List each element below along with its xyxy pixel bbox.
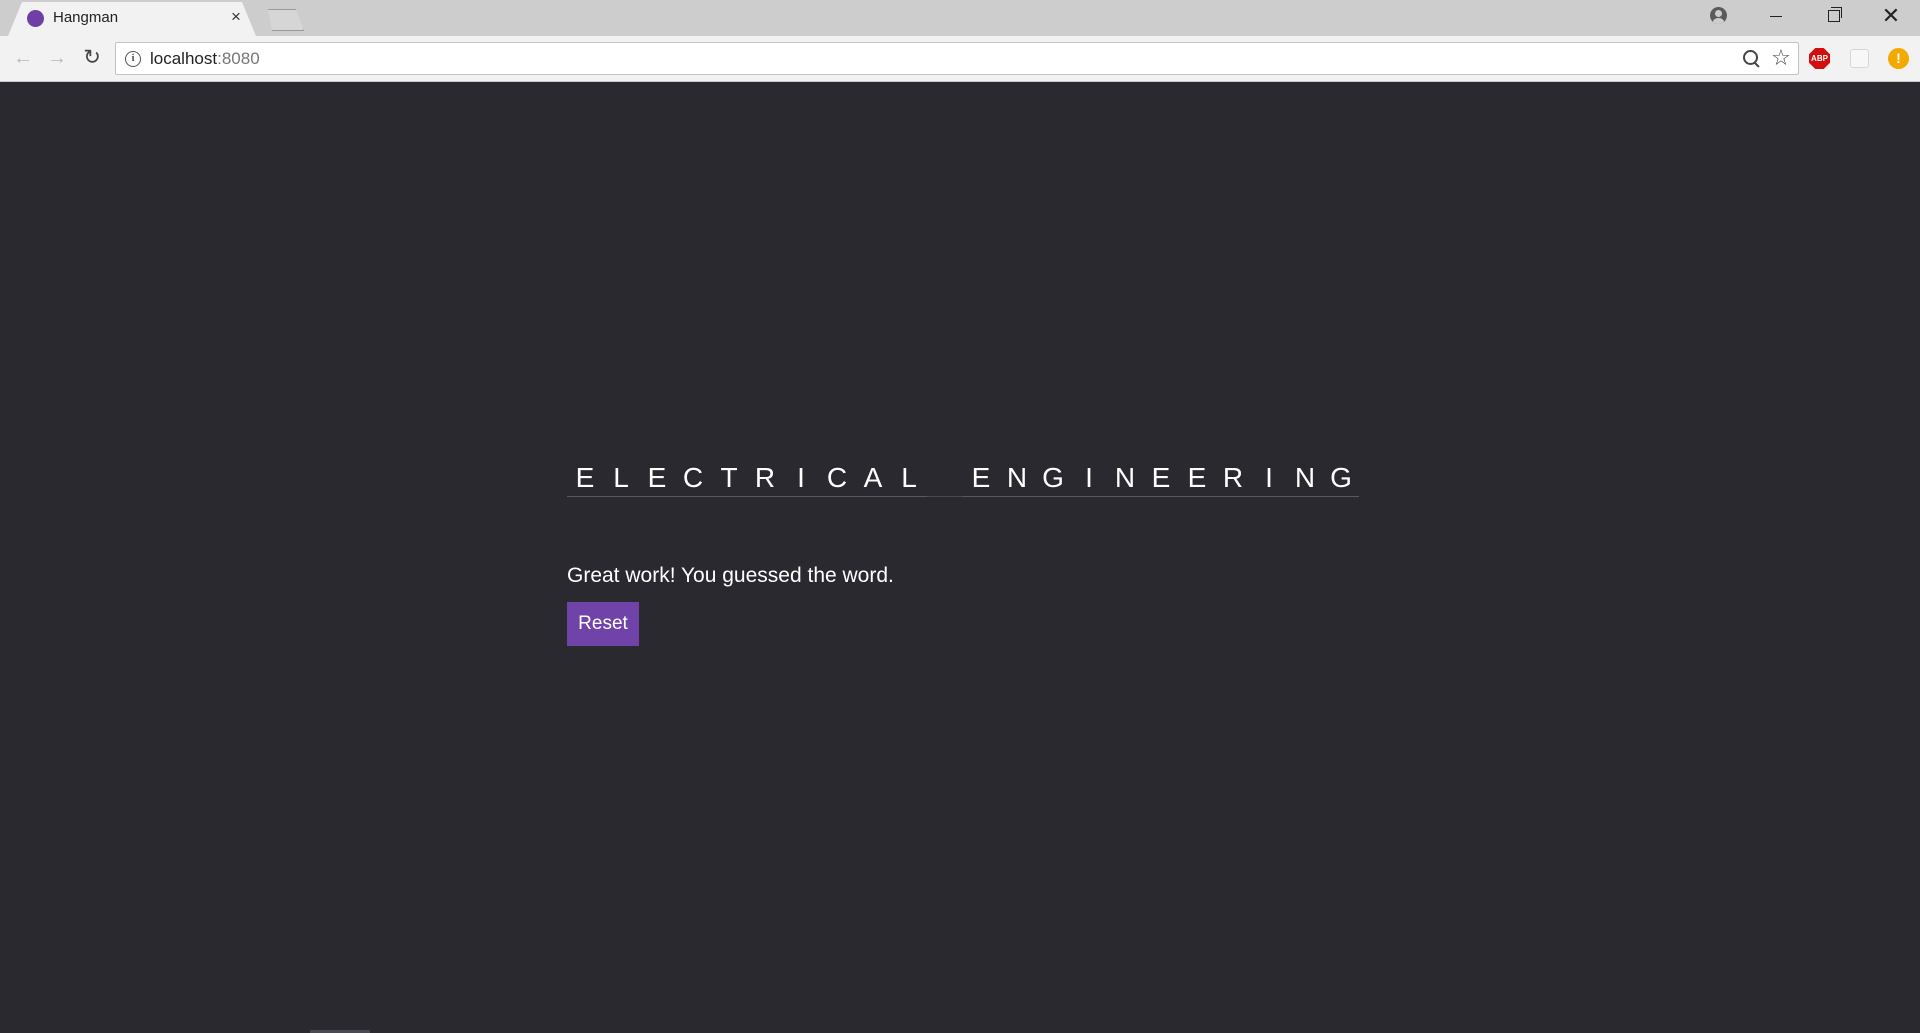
letter-slot: E	[1143, 463, 1179, 497]
letter-slot: R	[1215, 463, 1251, 497]
url-port: :8080	[217, 49, 260, 68]
letter-slot: N	[999, 463, 1035, 497]
alert-extension-icon[interactable]: !	[1888, 48, 1909, 69]
letter-slot: I	[783, 463, 819, 497]
reset-button[interactable]: Reset	[567, 602, 639, 646]
site-info-icon[interactable]: i	[125, 51, 141, 67]
letter-slot: I	[1071, 463, 1107, 497]
tab-strip: Hangman × ✕	[0, 0, 1920, 36]
address-bar[interactable]: i localhost:8080 ☆	[115, 42, 1799, 75]
tab-title: Hangman	[53, 9, 119, 26]
browser-chrome: Hangman × ✕ ← → ↻ i localhost:8080 ☆ ABP…	[0, 0, 1920, 82]
restore-icon[interactable]	[1828, 7, 1842, 22]
letter-slot: E	[1179, 463, 1215, 497]
letter-slot: T	[711, 463, 747, 497]
letter-slot: G	[1035, 463, 1071, 497]
browser-toolbar: ← → ↻ i localhost:8080 ☆ ABP !	[0, 36, 1920, 82]
letter-slot: E	[639, 463, 675, 497]
url-text[interactable]: localhost:8080	[150, 49, 260, 69]
url-host: localhost	[150, 49, 218, 68]
zoom-icon[interactable]	[1742, 49, 1762, 69]
favicon-icon	[27, 10, 44, 27]
hangman-page: ELECTRICAL ENGINEERING Great work! You g…	[0, 82, 1920, 1033]
tab-hangman[interactable]	[8, 2, 256, 36]
letter-slot: L	[603, 463, 639, 497]
word-display: ELECTRICAL ENGINEERING	[567, 463, 1359, 497]
tab-close-icon[interactable]: ×	[227, 6, 245, 28]
letter-slot: G	[1323, 463, 1359, 497]
profile-icon[interactable]	[1710, 7, 1727, 24]
back-icon[interactable]: ←	[10, 45, 36, 71]
letter-slot: R	[747, 463, 783, 497]
minimize-icon[interactable]	[1770, 16, 1782, 17]
letter-slot-space	[927, 463, 963, 497]
letter-slot: C	[819, 463, 855, 497]
result-message: Great work! You guessed the word.	[567, 564, 894, 587]
letter-slot: L	[891, 463, 927, 497]
adblock-extension-icon[interactable]: ABP	[1809, 48, 1830, 69]
extension-icon[interactable]	[1850, 49, 1869, 68]
forward-icon[interactable]: →	[44, 45, 70, 71]
letter-slot: N	[1107, 463, 1143, 497]
bookmark-star-icon[interactable]: ☆	[1770, 45, 1792, 71]
close-window-icon[interactable]: ✕	[1880, 4, 1902, 28]
letter-slot: N	[1287, 463, 1323, 497]
letter-slot: C	[675, 463, 711, 497]
reload-icon[interactable]: ↻	[79, 45, 105, 71]
letter-slot: I	[1251, 463, 1287, 497]
new-tab-button[interactable]	[268, 9, 304, 31]
letter-slot: E	[567, 463, 603, 497]
letter-slot: A	[855, 463, 891, 497]
letter-slot: E	[963, 463, 999, 497]
